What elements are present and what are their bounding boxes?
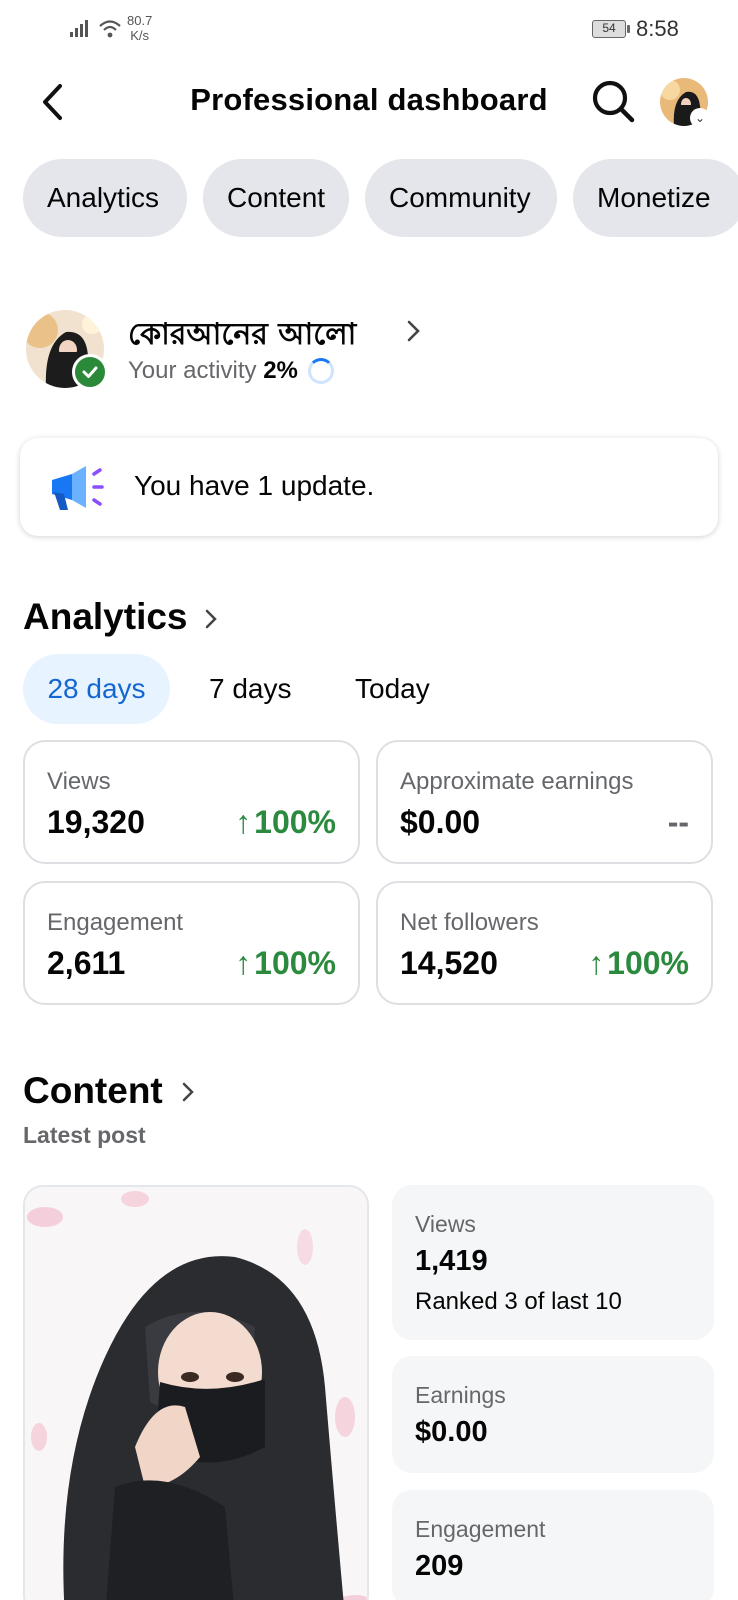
stat-label: Views [415, 1211, 476, 1237]
arrow-up-icon: ↑ [235, 804, 252, 840]
metric-label: Views [47, 768, 111, 795]
status-bar: 80.7 K/s 54 8:58 [0, 0, 738, 60]
metric-card-earnings[interactable]: Approximate earnings $0.00 -- [376, 740, 713, 864]
range-today[interactable]: Today [355, 654, 430, 724]
post-stat-views[interactable]: Views 1,419 Ranked 3 of last 10 [392, 1185, 714, 1340]
range-7-days[interactable]: 7 days [209, 654, 292, 724]
chevron-right-icon[interactable] [180, 1080, 196, 1104]
signal-icon [70, 20, 88, 37]
arrow-up-icon: ↑ [588, 945, 605, 981]
stat-value: $0.00 [415, 1416, 488, 1448]
post-stat-engagement[interactable]: Engagement 209 [392, 1490, 714, 1600]
metric-change: -- [667, 804, 689, 840]
metric-value: 19,320 [47, 804, 145, 840]
metric-value: $0.00 [400, 804, 481, 840]
stat-value: 209 [415, 1550, 464, 1582]
metric-value: 14,520 [400, 945, 498, 981]
metric-value: 2,611 [47, 945, 126, 981]
tab-community[interactable]: Community [365, 159, 557, 237]
metric-change: ↑100% [235, 945, 336, 981]
content-heading[interactable]: Content [23, 1070, 163, 1112]
update-card[interactable]: You have 1 update. [20, 438, 718, 536]
chevron-right-icon[interactable] [405, 318, 423, 344]
activity-progress-ring [308, 358, 334, 384]
metric-label: Engagement [47, 909, 184, 936]
tab-content[interactable]: Content [203, 159, 349, 237]
tab-analytics[interactable]: Analytics [23, 159, 187, 237]
tab-monetize[interactable]: Monetize [573, 159, 738, 237]
battery-indicator: 54 [592, 20, 630, 38]
metric-change: ↑100% [235, 804, 336, 840]
metric-label: Approximate earnings [400, 768, 634, 795]
metric-card-net-followers[interactable]: Net followers 14,520 ↑100% [376, 881, 713, 1005]
arrow-up-icon: ↑ [235, 945, 252, 981]
stat-label: Earnings [415, 1382, 506, 1408]
megaphone-icon [52, 466, 104, 510]
latest-post-label: Latest post [23, 1122, 146, 1148]
chevron-right-icon[interactable] [203, 607, 219, 631]
verified-check-icon [72, 354, 108, 390]
stat-label: Engagement [415, 1516, 546, 1542]
stat-value: 1,419 [415, 1245, 488, 1277]
metric-card-engagement[interactable]: Engagement 2,611 ↑100% [23, 881, 360, 1005]
metric-change: ↑100% [588, 945, 689, 981]
range-28-days[interactable]: 28 days [23, 654, 170, 724]
update-message: You have 1 update. [134, 470, 375, 501]
clock: 8:58 [636, 16, 679, 41]
metric-card-views[interactable]: Views 19,320 ↑100% [23, 740, 360, 864]
network-speed: 80.7 K/s [127, 13, 153, 43]
dashboard-tabs: Analytics Content Community Monetize [23, 159, 738, 237]
latest-post-thumbnail[interactable] [23, 1185, 369, 1600]
activity-status: Your activity 2% [128, 357, 298, 384]
metric-label: Net followers [400, 909, 539, 936]
post-stat-earnings[interactable]: Earnings $0.00 [392, 1356, 714, 1473]
analytics-heading[interactable]: Analytics [23, 596, 188, 638]
page-name[interactable]: কোরআনের আলো [128, 310, 356, 361]
chevron-down-icon[interactable]: ⌄ [690, 108, 710, 128]
wifi-icon [99, 20, 121, 38]
search-icon[interactable] [590, 78, 636, 124]
stat-rank: Ranked 3 of last 10 [415, 1288, 622, 1315]
